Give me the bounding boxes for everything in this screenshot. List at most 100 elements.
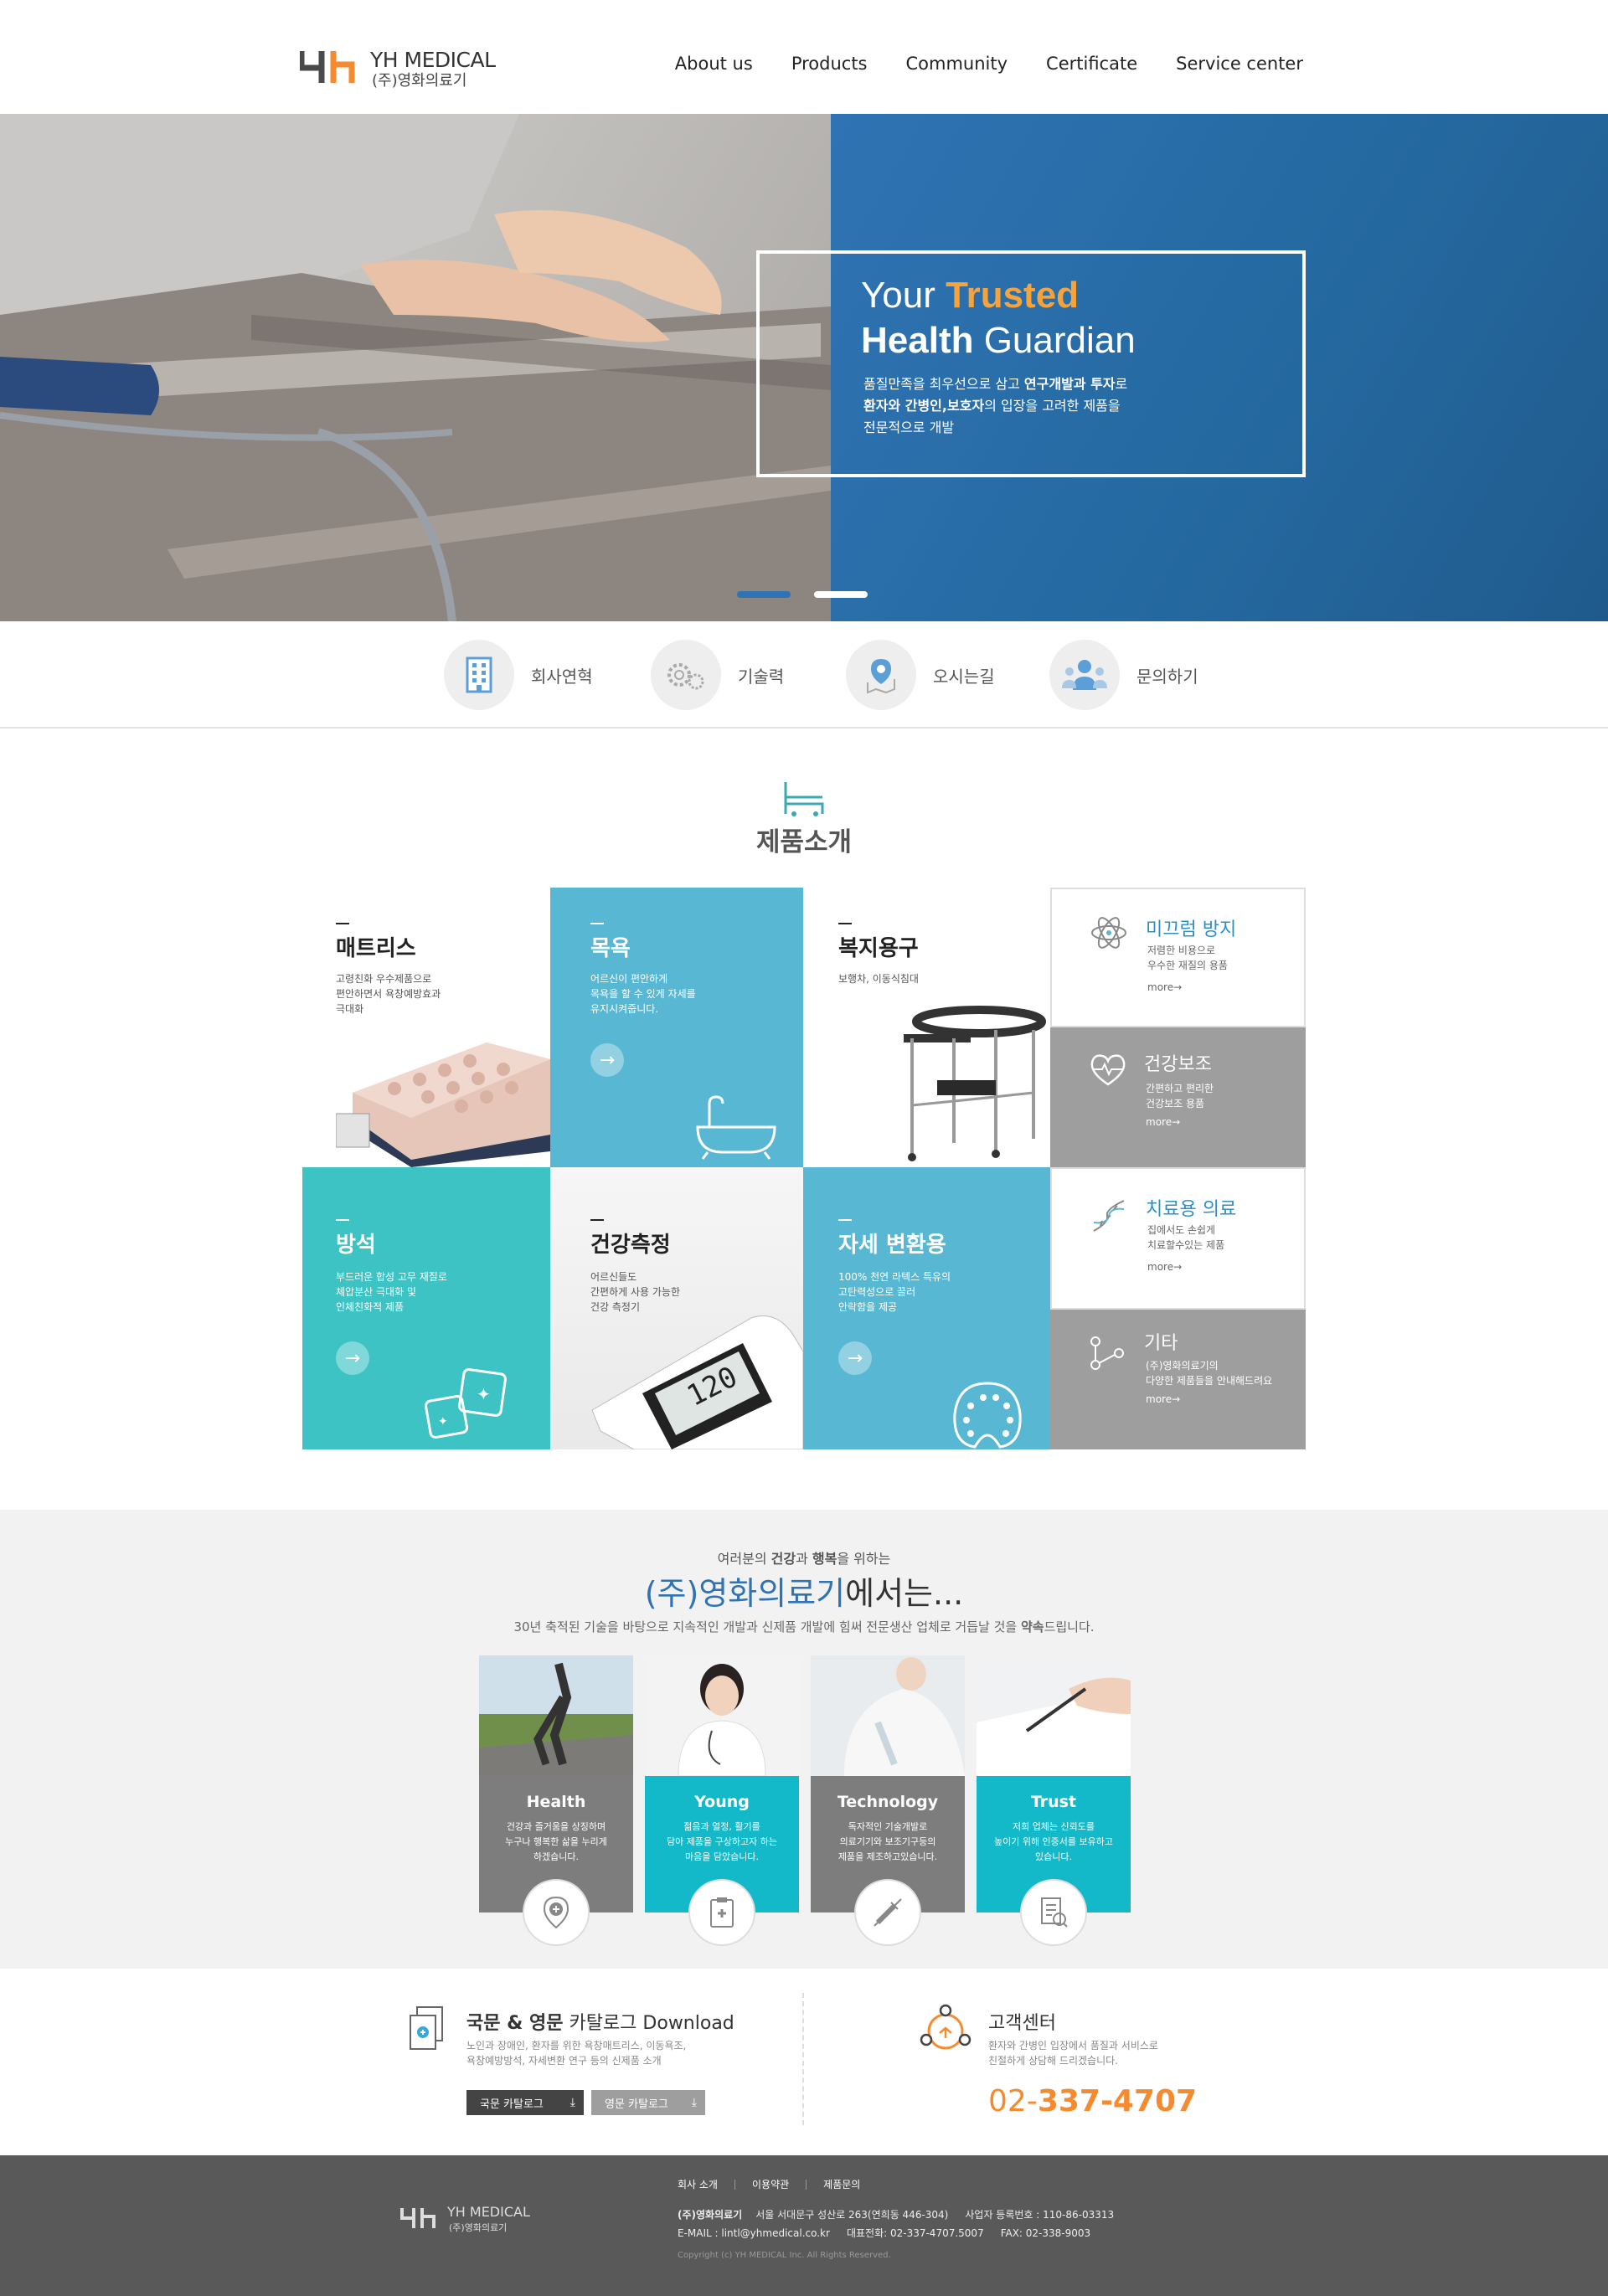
about-title: (주)영화의료기에서는...: [644, 1575, 964, 1612]
value-card-trust[interactable]: Trust 저희 업체는 신뢰도를 높이기 위해 인증서를 보유하고 있습니다.: [977, 1655, 1131, 1912]
tile-description: 부드러운 합성 고무 재질로 체압분산 극대화 및 인체친화적 제품: [336, 1271, 447, 1313]
footer-link-terms[interactable]: 이용약관: [752, 2177, 789, 2191]
quick-link-inquiry[interactable]: 문의하기: [1049, 640, 1198, 710]
pin-plus-icon[interactable]: [523, 1879, 590, 1946]
lab-photo: [811, 1655, 965, 1776]
download-icon: ⤓: [691, 2096, 697, 2109]
customer-center-description: 환자와 간병인 입장에서 품질과 서비스로 친절하게 상담해 드리겠습니다.: [988, 2040, 1158, 2067]
tile-description: 어르신이 편안하게 목욕을 할 수 있게 자세를 유지시켜줍니다.: [590, 973, 696, 1015]
blood-pressure-monitor-image: 120: [591, 1315, 803, 1449]
product-tile-bath[interactable]: 목욕 어르신이 편안하게 목욕을 할 수 있게 자세를 유지시켜줍니다. →: [550, 888, 803, 1167]
footer-address: (주)영화의료기 서울 서대문구 성산로 263(연희동 446-304) 사업자 …: [678, 2209, 1115, 2221]
map-pin-icon: [846, 640, 916, 710]
building-icon: [444, 640, 514, 710]
svg-text:✦: ✦: [477, 1384, 491, 1404]
runner-photo: [479, 1655, 633, 1776]
quick-link-technology[interactable]: 기술력: [651, 640, 784, 710]
customer-center-icon: [920, 2004, 972, 2050]
footer-logo[interactable]: YH MEDICAL (주)영화의료기: [400, 2204, 534, 2237]
dna-icon: [1093, 1200, 1125, 1232]
more-link[interactable]: more→: [1147, 981, 1182, 993]
bed-icon: [784, 782, 824, 816]
value-card-health[interactable]: Health 건강과 즐거움을 상징하며 누구나 행복한 삶을 누리게 하겠습니다.: [479, 1655, 633, 1912]
product-side-therapy[interactable]: 치료용 의료 집에서도 손쉽게 치료할수있는 제품 more→: [1050, 1167, 1306, 1310]
download-icon: ⤓: [570, 2096, 575, 2109]
download-korean-catalog-button[interactable]: 국문 카탈로그 ⤓: [466, 2090, 584, 2115]
hero-banner: Your Trusted Health Guardian 품질만족을 최우선으로…: [0, 114, 1608, 621]
hero-slide-indicators: [737, 591, 868, 598]
cushion-icon: ✦✦: [424, 1368, 507, 1439]
quick-link-history[interactable]: 회사연혁: [444, 640, 593, 710]
catalog-document-icon: [410, 2006, 443, 2050]
about-subtitle: 여러분의 건강과 행복을 위하는: [717, 1551, 891, 1567]
quick-links-bar: 회사연혁 기술력 오시는길 문의하기: [0, 621, 1608, 728]
hero-photo-hands: [0, 114, 831, 621]
more-link[interactable]: more→: [1146, 1116, 1180, 1128]
clipboard-icon[interactable]: [688, 1879, 755, 1946]
products-section-title: 제품소개: [755, 827, 853, 857]
gears-icon: [651, 640, 721, 710]
product-tile-mattress[interactable]: 매트리스 고령친화 우수제품으로 편안하면서 욕창예방효과 극대화: [302, 888, 550, 1167]
logo-text-ko: (주)영화의료기: [372, 72, 467, 90]
tile-title: 방석: [336, 1233, 376, 1258]
product-side-antislip[interactable]: 미끄럼 방지 저렴한 비용으로 우수한 재질의 용품 more→: [1050, 888, 1306, 1027]
product-tile-welfare[interactable]: 복지용구 보행차, 이동식침대: [803, 888, 1050, 1167]
footer-links: 회사 소개 이용약관 제품문의: [678, 2177, 860, 2191]
tile-title: 복지용구: [838, 936, 919, 961]
footer-link-inquiry[interactable]: 제품문의: [823, 2177, 860, 2191]
product-tile-posture[interactable]: 자세 변환용 100% 천연 라텍스 특유의 고탄력성으로 끌러 안락함을 제공…: [803, 1167, 1050, 1449]
product-tile-measurement[interactable]: 건강측정 어르신들도 간편하게 사용 가능한 건강 측정기 120: [550, 1167, 803, 1449]
tile-title: 건강측정: [590, 1233, 671, 1258]
value-card-technology[interactable]: Technology 독자적인 기술개발로 의료기기와 보조기구등의 제품을 제조하…: [811, 1655, 965, 1912]
value-card-young[interactable]: Young 젊음과 열정, 활기를 담아 제품을 구상하고자 하는 마음을 담았습니…: [645, 1655, 799, 1912]
tile-title: 자세 변환용: [838, 1233, 946, 1258]
customer-center-phone[interactable]: 02-337-4707: [988, 2084, 1197, 2118]
product-side-other[interactable]: 기타 (주)영화의료기의 다양한 제품들을 안내해드려요 more→: [1050, 1310, 1306, 1449]
slide-dot-1[interactable]: [737, 591, 791, 598]
section-divider: [802, 1993, 804, 2125]
yh-logo-mark: [300, 51, 355, 83]
footer-link-company[interactable]: 회사 소개: [678, 2177, 718, 2191]
signing-photo: [977, 1655, 1131, 1776]
product-side-health-aid[interactable]: 건강보조 간편하고 편리한 건강보조 용품 more→: [1050, 1027, 1306, 1167]
nav-products[interactable]: Products: [791, 54, 868, 74]
nav-community[interactable]: Community: [906, 54, 1008, 74]
tile-description: 고령친화 우수제품으로 편안하면서 욕창예방효과 극대화: [336, 973, 441, 1015]
arrow-right-icon[interactable]: →: [336, 1341, 369, 1375]
tile-description: 보행차, 이동식침대: [838, 973, 919, 985]
nav-service-center[interactable]: Service center: [1176, 54, 1303, 74]
tile-description: 100% 천연 라텍스 특유의 고탄력성으로 끌러 안락함을 제공: [838, 1271, 951, 1313]
heart-pulse-icon: [1090, 1054, 1126, 1086]
hero-description: 품질만족을 최우선으로 삼고 연구개발과 투자로 환자와 간병인,보호자의 입장…: [863, 376, 1128, 435]
site-logo[interactable]: YH MEDICAL (주)영화의료기: [300, 46, 501, 90]
mattress-image: [336, 1042, 550, 1167]
tile-title: 목욕: [590, 936, 631, 961]
slide-dot-2[interactable]: [814, 591, 868, 598]
nav-certificate[interactable]: Certificate: [1046, 54, 1137, 74]
svg-text:✦: ✦: [438, 1415, 448, 1429]
arrow-right-icon[interactable]: →: [838, 1341, 872, 1375]
hero-title: Your Trusted Health Guardian: [861, 275, 1136, 361]
doctor-photo: [645, 1655, 799, 1776]
hero-illustration: [0, 114, 831, 621]
more-link[interactable]: more→: [1146, 1393, 1180, 1405]
certificate-icon[interactable]: [1020, 1879, 1087, 1946]
site-header: YH MEDICAL (주)영화의료기 About us Products Co…: [0, 0, 1608, 114]
catalog-description: 노인과 장애인, 환자를 위한 욕창매트리스, 이동욕조, 욕창예방방석, 자세변…: [466, 2040, 687, 2067]
about-description: 30년 축적된 기술을 바탕으로 지속적인 개발과 신제품 개발에 힘써 전문생…: [513, 1619, 1095, 1634]
people-icon: [1049, 640, 1120, 710]
walker-image: [904, 1006, 1046, 1161]
main-nav: About us Products Community Certificate …: [675, 54, 1303, 74]
footer-contact: E-MAIL : lintl@yhmedical.co.kr 대표전화: 02-3…: [678, 2227, 1091, 2239]
product-tile-cushion[interactable]: 방석 부드러운 합성 고무 재질로 체압분산 극대화 및 인체친화적 제품 → …: [302, 1167, 550, 1449]
more-link[interactable]: more→: [1147, 1261, 1182, 1273]
latex-pillow-icon: [953, 1382, 1022, 1449]
nav-about-us[interactable]: About us: [675, 54, 753, 74]
yh-logo-mark: [400, 2208, 436, 2228]
quick-link-directions[interactable]: 오시는길: [846, 640, 995, 710]
bathtub-icon: [696, 1095, 776, 1160]
arrow-right-icon[interactable]: →: [590, 1043, 624, 1077]
syringe-icon[interactable]: [854, 1879, 921, 1946]
atom-icon: [1091, 917, 1126, 949]
download-english-catalog-button[interactable]: 영문 카탈로그 ⤓: [591, 2090, 705, 2115]
